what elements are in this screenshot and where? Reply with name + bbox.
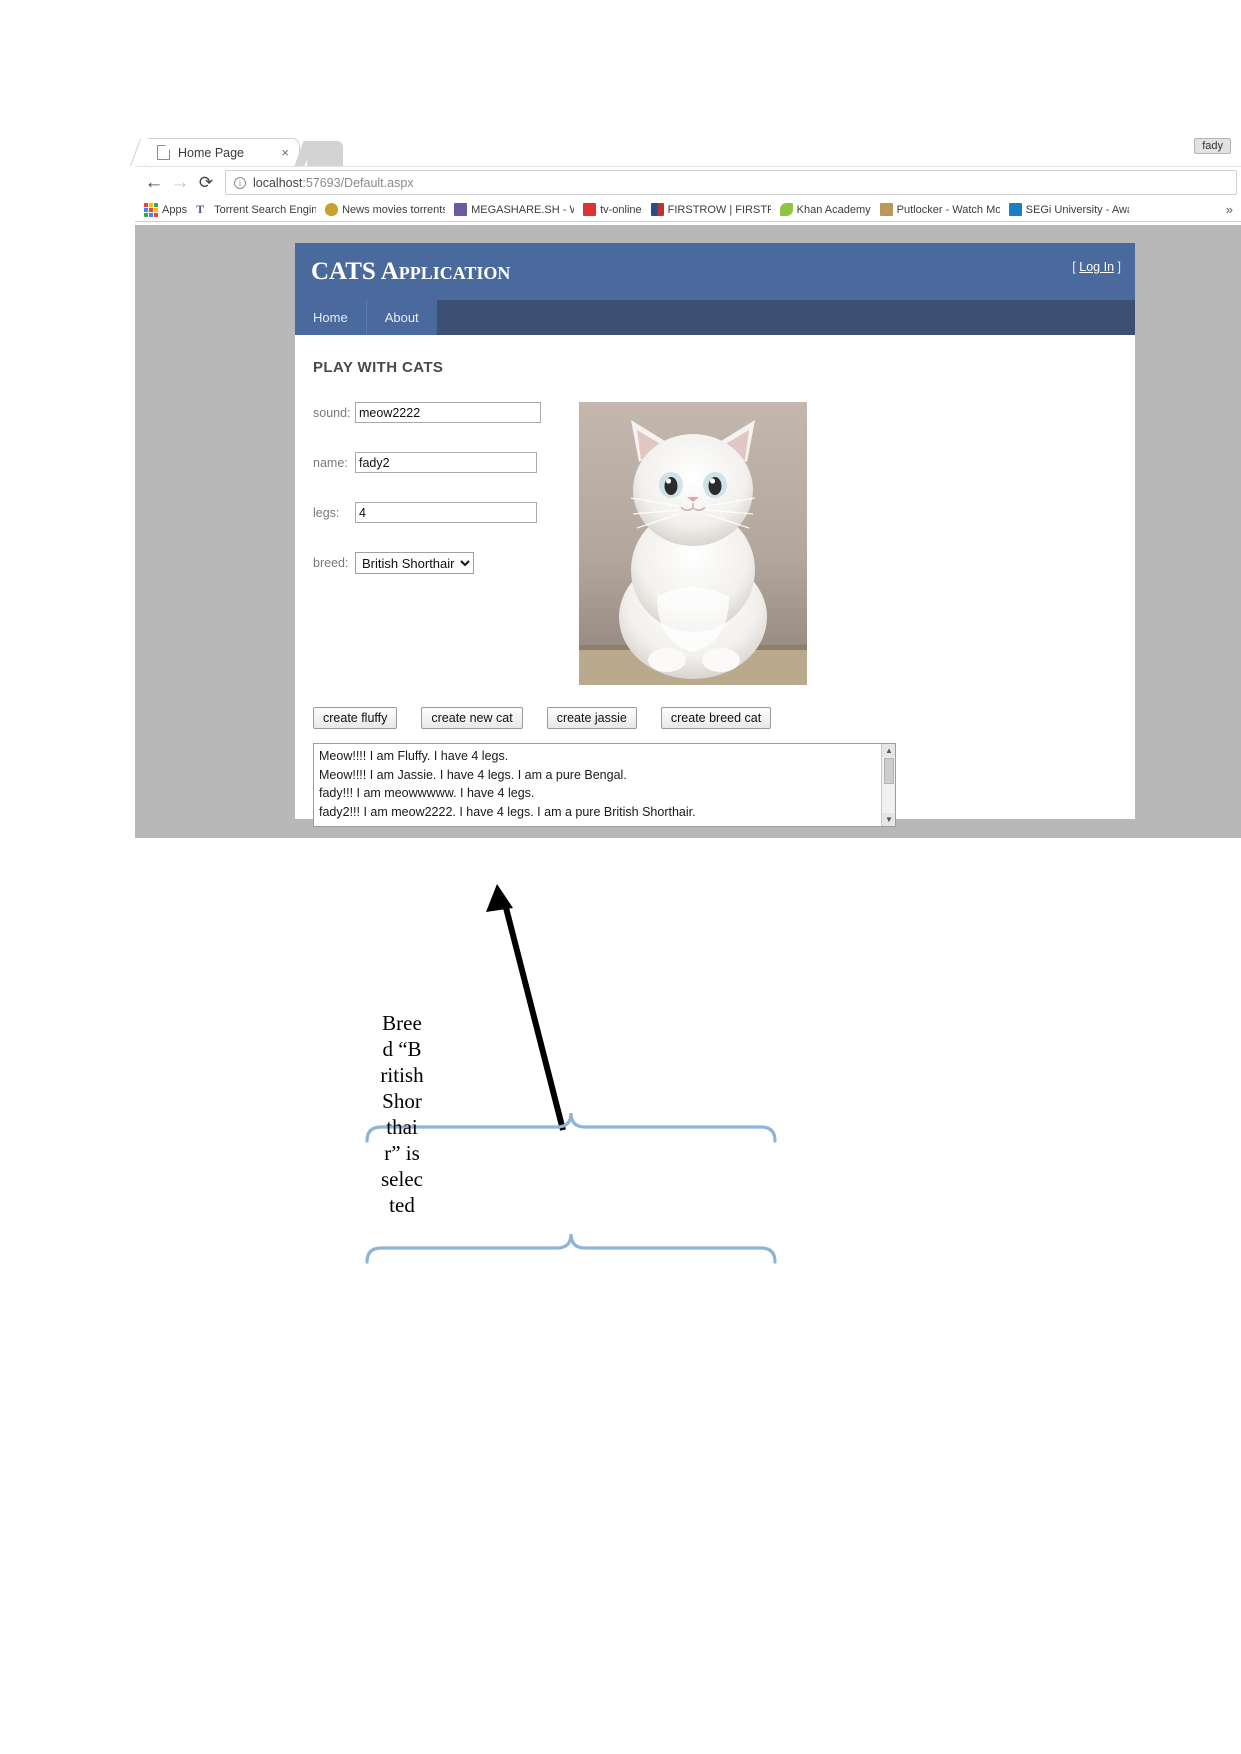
address-path: :57693/Default.aspx: [302, 175, 414, 190]
annotation-text: Breed “British Shorthair” is selected: [380, 1011, 424, 1217]
annotation-arrow: [486, 884, 566, 1131]
output-line: Meow!!!! I am Jassie. I have 4 legs. I a…: [319, 767, 627, 782]
output-lines: Meow!!!! I am Fluffy. I have 4 legs. Meo…: [314, 744, 895, 824]
app-nav: Home About: [295, 300, 1135, 335]
nav-item-home[interactable]: Home: [295, 300, 366, 335]
annotation-brace-bottom: [365, 1233, 777, 1264]
name-input[interactable]: [355, 452, 537, 473]
kitten-image: [579, 402, 807, 685]
field-row-legs: legs:: [313, 502, 563, 523]
bookmark-label: tv-online: [600, 203, 642, 216]
bookmark-label: Apps: [162, 203, 188, 216]
app-header: CATS Application [ Log In ]: [295, 243, 1135, 300]
scroll-up-icon[interactable]: ▲: [882, 744, 895, 757]
output-line: fady2!!! I am meow2222. I have 4 legs. I…: [319, 804, 696, 819]
output-textarea[interactable]: Meow!!!! I am Fluffy. I have 4 legs. Meo…: [313, 743, 896, 827]
segi-icon: [1008, 203, 1022, 216]
apps-grid-icon: [144, 202, 158, 217]
output-scrollbar[interactable]: ▲ ▼: [881, 744, 895, 826]
scrollbar-thumb[interactable]: [884, 758, 894, 784]
form-area: sound: name: legs: breed:: [313, 402, 1117, 685]
back-arrow-icon[interactable]: ←: [141, 172, 167, 193]
info-icon[interactable]: i: [234, 176, 246, 189]
page-title: CATS Application: [311, 257, 511, 285]
output-line: fady!!! I am meowwwww. I have 4 legs.: [319, 786, 535, 800]
page-icon: [157, 145, 170, 160]
bookmark-torrent-search-engine[interactable]: T Torrent Search Engine: [196, 203, 316, 216]
create-jassie-button[interactable]: create jassie: [546, 707, 637, 729]
reload-icon[interactable]: ⟳: [193, 173, 219, 193]
bookmark-label: Putlocker - Watch Mo: [896, 203, 1000, 216]
bookmark-megashare[interactable]: MEGASHARE.SH - Wa: [454, 203, 574, 216]
buttons-row: create fluffy create new cat create jass…: [313, 707, 1117, 729]
legs-input[interactable]: [355, 502, 537, 523]
bookmark-label: MEGASHARE.SH - Wa: [471, 203, 574, 216]
bookmarks-overflow-icon[interactable]: »: [1226, 202, 1233, 217]
tv-icon: [583, 203, 597, 216]
web-page: CATS Application [ Log In ] Home About P…: [295, 243, 1135, 827]
bookmark-firstrow[interactable]: FIRSTROW | FIRSTROW: [650, 203, 771, 216]
log-in-link[interactable]: Log In: [1079, 260, 1114, 274]
browser-window: Home Page × fady ← → ⟳ i localhost:57693…: [135, 133, 1241, 838]
field-row-sound: sound:: [313, 402, 563, 423]
close-icon[interactable]: ×: [281, 145, 289, 160]
bookmark-news-movies-torrents[interactable]: News movies torrents: [325, 203, 445, 216]
forward-arrow-icon[interactable]: →: [167, 172, 193, 193]
bookmark-khan-academy[interactable]: Khan Academy: [779, 203, 871, 216]
url-bar: ← → ⟳ i localhost:57693/Default.aspx: [135, 166, 1241, 198]
fields-column: sound: name: legs: breed:: [313, 402, 563, 685]
bookmark-putlocker[interactable]: Putlocker - Watch Mo: [879, 203, 1000, 216]
address-text: localhost:57693/Default.aspx: [253, 176, 414, 190]
sound-input[interactable]: [355, 402, 541, 423]
user-badge[interactable]: fady: [1194, 138, 1231, 154]
bookmark-label: FIRSTROW | FIRSTROW: [667, 203, 771, 216]
tab-strip: Home Page × fady: [135, 133, 1241, 166]
annotation-brace-top: [365, 1112, 777, 1143]
bookmarks-bar: Apps T Torrent Search Engine News movies…: [135, 198, 1241, 222]
nav-item-about[interactable]: About: [365, 300, 437, 335]
bookmark-label: News movies torrents: [342, 203, 446, 216]
bookmark-label: SEGi University - Awa: [1025, 203, 1129, 216]
create-new-cat-button[interactable]: create new cat: [421, 707, 523, 729]
page-content: PLAY WITH CATS sound: name: legs:: [295, 335, 1135, 827]
create-fluffy-button[interactable]: create fluffy: [313, 707, 398, 729]
section-title: PLAY WITH CATS: [313, 359, 444, 376]
login-bracket-open: [: [1072, 260, 1076, 274]
new-tab-button[interactable]: [307, 141, 343, 166]
field-row-name: name:: [313, 452, 563, 473]
breed-label: breed:: [313, 556, 349, 570]
firstrow-icon: [650, 203, 664, 216]
bookmark-segi-university[interactable]: SEGi University - Awa: [1008, 203, 1129, 216]
login-bracket-close: ]: [1117, 260, 1121, 274]
sound-label: sound:: [313, 405, 351, 420]
legs-label: legs:: [313, 505, 340, 520]
breed-select[interactable]: British Shorthair: [355, 552, 474, 574]
create-breed-cat-button[interactable]: create breed cat: [660, 707, 772, 729]
cat-photo: [579, 402, 807, 685]
name-label: name:: [313, 455, 348, 470]
bookmark-label: Torrent Search Engine: [214, 203, 317, 216]
torrent-icon: T: [196, 202, 205, 216]
address-input[interactable]: i localhost:57693/Default.aspx: [225, 170, 1237, 195]
bookmark-tv-online[interactable]: tv-online: [583, 203, 642, 216]
field-row-breed: breed: British Shorthair: [313, 552, 563, 574]
khan-leaf-icon: [779, 203, 793, 216]
address-host: localhost: [253, 175, 303, 190]
bookmark-apps[interactable]: Apps: [144, 202, 188, 217]
login-area: [ Log In ]: [1072, 260, 1121, 274]
film-icon: [879, 203, 893, 216]
browser-tab-home-page[interactable]: Home Page ×: [145, 138, 300, 166]
scroll-down-icon[interactable]: ▼: [882, 813, 895, 826]
megashare-icon: [454, 203, 468, 216]
tab-title: Home Page: [178, 145, 245, 160]
bookmark-label: Khan Academy: [796, 203, 871, 216]
output-line: Meow!!!! I am Fluffy. I have 4 legs.: [319, 749, 509, 763]
page-viewport: CATS Application [ Log In ] Home About P…: [135, 225, 1241, 838]
shield-icon: [325, 203, 339, 216]
